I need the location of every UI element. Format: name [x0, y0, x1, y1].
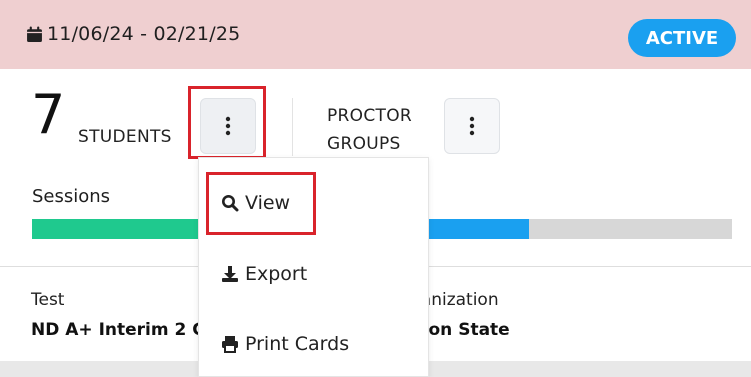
kebab-menu-icon	[225, 116, 231, 136]
status-badge: ACTIVE	[628, 19, 736, 57]
proctor-label-line2: GROUPS	[327, 134, 401, 154]
menu-item-view[interactable]: View	[221, 192, 290, 214]
search-icon	[222, 195, 239, 212]
date-range-text: 11/06/24 - 02/21/25	[47, 23, 241, 45]
progress-segment	[424, 219, 529, 239]
test-label: Test	[31, 290, 65, 310]
progress-segment	[32, 219, 200, 239]
menu-item-print-cards[interactable]: Print Cards	[221, 333, 349, 355]
menu-item-label: Export	[245, 263, 308, 285]
calendar-icon	[27, 26, 42, 42]
dropdown-menu: View Export Print Cards	[198, 157, 429, 377]
proctor-menu-button[interactable]	[444, 98, 500, 154]
kebab-menu-icon	[469, 116, 475, 136]
vertical-divider	[292, 98, 293, 156]
proctor-label-line1: PROCTOR	[327, 106, 412, 126]
students-menu-button[interactable]	[200, 98, 256, 154]
date-range: 11/06/24 - 02/21/25	[26, 23, 240, 45]
menu-item-label: View	[245, 192, 291, 214]
students-label: STUDENTS	[78, 127, 172, 147]
download-icon	[222, 266, 238, 282]
menu-item-export[interactable]: Export	[221, 263, 307, 285]
proctor-groups-label: PROCTOR GROUPS	[327, 102, 412, 158]
sessions-label: Sessions	[32, 186, 111, 207]
header-bar: 11/06/24 - 02/21/25 ACTIVE	[0, 0, 751, 69]
menu-item-label: Print Cards	[245, 333, 350, 355]
test-value: ND A+ Interim 2 G	[31, 320, 207, 340]
student-count: 7	[31, 83, 66, 146]
print-icon	[222, 336, 238, 353]
